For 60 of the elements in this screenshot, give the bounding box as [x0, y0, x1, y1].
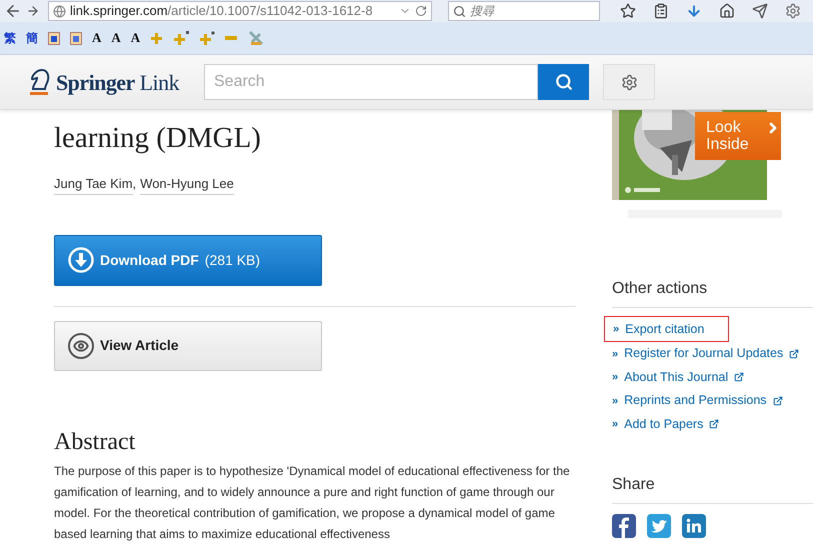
font-size-button[interactable]: A — [111, 28, 121, 48]
action-link[interactable]: Add to Papers — [624, 414, 704, 434]
search-icon — [453, 4, 466, 18]
forward-icon[interactable] — [26, 4, 40, 18]
action-link[interactable]: Reprints and Permissions — [624, 391, 767, 410]
home-icon[interactable] — [719, 3, 735, 19]
search-placeholder: 搜尋 — [470, 3, 494, 20]
chevrons-icon: » — [612, 416, 618, 432]
external-link-icon — [789, 348, 800, 359]
action-link[interactable]: About This Journal — [624, 368, 728, 387]
download-icon[interactable] — [686, 3, 702, 19]
settings-button[interactable] — [603, 64, 655, 100]
back-icon[interactable] — [4, 2, 22, 20]
bird-icon[interactable] — [647, 514, 671, 538]
article-title: learning (DMGL) — [54, 121, 262, 156]
share-heading: Share — [612, 473, 813, 504]
logo-text: Springer Link — [56, 68, 180, 97]
other-actions-heading: Other actions — [612, 277, 813, 308]
chevrons-icon: » — [612, 392, 618, 409]
separator-text: , — [132, 175, 136, 193]
facebook-icon[interactable] — [612, 514, 636, 538]
chevrons-icon: » — [612, 369, 618, 386]
abstract-text: The purpose of this paper is to hypothesize 'Dynamical model of educational effectiveness for the gamification of learning, and to widely announce a pure and right function of game through our model. For the theoretical contribution of gamification, we propose a dynamical model of game based learning that aims to maximize educational effectiveness — [54, 462, 571, 542]
action-link[interactable]: Register for Journal Updates — [624, 344, 784, 364]
look-inside-text: Look Inside — [706, 119, 749, 155]
download-icon — [68, 247, 94, 273]
horse-head-icon — [28, 67, 52, 97]
search-icon — [554, 73, 572, 91]
external-link-icon — [772, 396, 783, 406]
plus-icon[interactable] — [199, 30, 216, 46]
url-text: link.springer.com/article/10.1007/s11042-013-1612-8 — [70, 2, 373, 20]
external-link-icon — [709, 419, 720, 430]
view-article-button[interactable]: View Article — [54, 320, 322, 370]
send-icon[interactable] — [752, 3, 768, 19]
chevrons-icon: » — [612, 346, 618, 362]
action-link[interactable]: Export citation — [625, 320, 704, 338]
external-link-icon — [734, 372, 744, 382]
abstract-heading: Abstract — [54, 428, 136, 456]
star-icon[interactable] — [620, 3, 636, 19]
font-size-button[interactable]: A — [92, 28, 102, 48]
look-inside-badge[interactable]: Look Inside — [695, 112, 781, 160]
download-pdf-button[interactable]: Download PDF (281 KB) — [54, 234, 322, 286]
chevrons-icon: » — [613, 320, 620, 338]
linkedin-icon[interactable] — [682, 514, 706, 538]
convert-button[interactable]: 簡 — [26, 29, 38, 47]
convert-button[interactable]: 繁 — [4, 29, 16, 47]
search-button[interactable] — [538, 64, 589, 100]
author-link[interactable]: Jung Tae Kim — [54, 174, 133, 194]
font-size-button[interactable]: A — [130, 28, 140, 48]
address-field[interactable]: link.springer.com/article/10.1007/s11042-013-1612-8 — [48, 1, 432, 21]
globe-icon — [53, 4, 66, 18]
list-icon[interactable] — [653, 3, 669, 19]
settings-icon — [620, 74, 638, 90]
reload-icon[interactable] — [415, 5, 427, 17]
eye-icon — [68, 332, 94, 358]
search-field[interactable]: 搜尋 — [448, 1, 600, 21]
settings-icon[interactable] — [785, 3, 801, 19]
plus-icon[interactable] — [173, 30, 190, 46]
author-link[interactable]: Won-Hyung Lee — [140, 174, 234, 194]
site-logo[interactable]: Springer Link — [28, 66, 200, 98]
